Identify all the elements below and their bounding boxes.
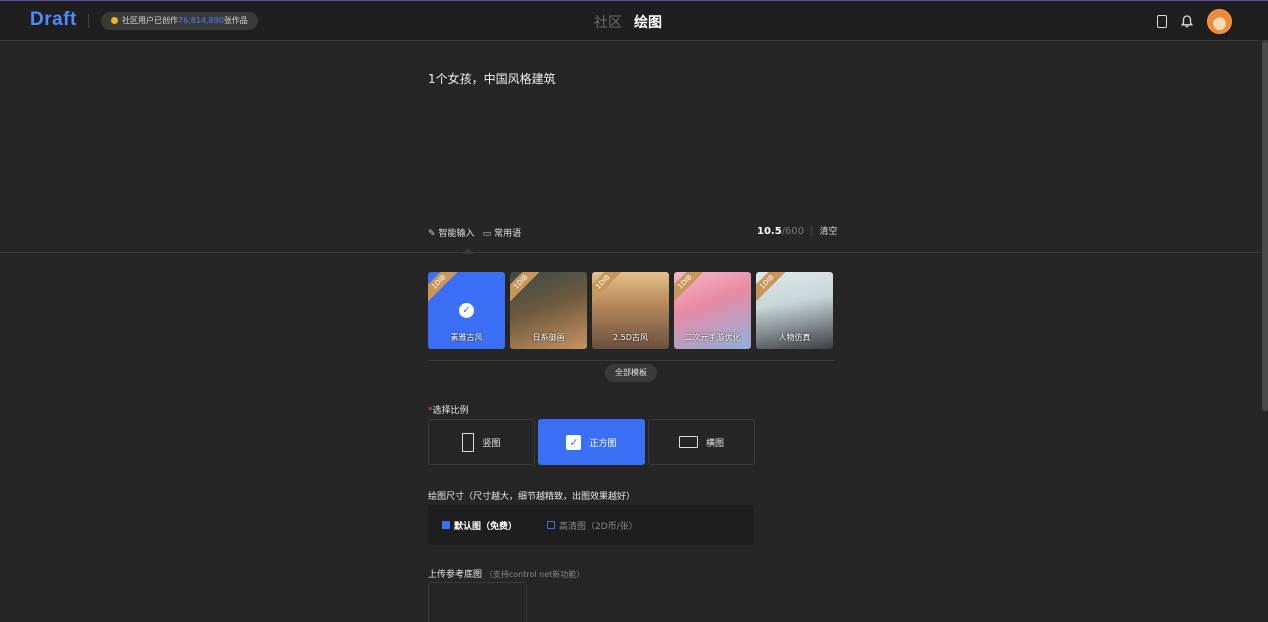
template-card[interactable]: 1DIB ✓ 素雅古风 <box>428 272 505 349</box>
stats-suffix: 张作品 <box>223 16 248 25</box>
top-bar: Draft 社区用户已创作76,814,890张作品 社区 绘图 <box>0 0 1268 41</box>
prompt-tools: ✎ 智能输入 ▭ 常用语 <box>428 226 521 239</box>
template-name: 素雅古风 <box>450 333 483 342</box>
template-name: 二次元手游优化 <box>684 333 741 342</box>
size-options: 默认图（免费） 高清图（2D币/张） <box>428 505 754 545</box>
size-option-label: 高清图（2D币/张） <box>559 521 638 532</box>
template-card[interactable]: 1DIB 2.5D古风 <box>592 272 669 349</box>
ratio-portrait-button[interactable]: 竖图 <box>428 419 535 465</box>
prompt-input[interactable]: 1个女孩，中国风格建筑 <box>428 70 556 87</box>
divider <box>428 360 835 361</box>
upload-dropzone[interactable] <box>428 582 527 622</box>
size-label: 绘图尺寸（尺寸越大，细节越精致，出图效果越好） <box>428 492 636 502</box>
check-icon: ✓ <box>459 303 474 318</box>
coin-icon <box>111 17 118 24</box>
char-counter: 10.5/600 | 清空 <box>757 224 838 237</box>
count-current: 10.5 <box>757 226 782 237</box>
template-card[interactable]: 1DIB 日系御画 <box>510 272 587 349</box>
check-icon: ✓ <box>566 434 582 450</box>
ratio-option-label: 竖图 <box>482 438 501 449</box>
template-card[interactable]: 1DIB 人物仿真 <box>756 272 833 349</box>
phrases-button[interactable]: ▭ 常用语 <box>483 226 522 239</box>
size-default-option[interactable]: 默认图（免费） <box>442 519 517 532</box>
phrases-label: 常用语 <box>494 229 522 239</box>
count-max: /600 <box>781 226 805 237</box>
nav-draw[interactable]: 绘图 <box>634 15 662 31</box>
ratio-label: *选择比例 <box>428 403 469 416</box>
mobile-icon[interactable] <box>1157 15 1167 28</box>
template-tag: 1DIB <box>756 272 789 304</box>
ratio-square-button[interactable]: ✓ 正方图 <box>538 419 645 465</box>
upload-hint: （支持control net新功能） <box>484 570 585 579</box>
main-nav: 社区 绘图 <box>594 12 674 32</box>
clear-button[interactable]: 清空 <box>820 227 838 237</box>
nav-community[interactable]: 社区 <box>594 15 622 31</box>
divider <box>88 14 89 28</box>
checkbox-icon[interactable] <box>547 521 556 529</box>
template-card[interactable]: 1DIB 二次元手游优化 <box>674 272 751 349</box>
upload-label: 上传参考底图 （支持control net新功能） <box>428 567 584 580</box>
smart-input-button[interactable]: ✎ 智能输入 <box>428 226 475 239</box>
avatar[interactable] <box>1207 9 1232 34</box>
template-name: 日系御画 <box>532 333 565 342</box>
all-templates-button[interactable]: 全部模板 <box>605 364 657 382</box>
pen-icon: ✎ <box>428 229 436 239</box>
portrait-icon <box>462 432 475 452</box>
template-tag: 1DIB <box>592 272 625 304</box>
size-option-label: 默认图（免费） <box>454 521 518 532</box>
ratio-option-label: 横图 <box>705 438 724 449</box>
scrollbar[interactable] <box>1262 41 1268 411</box>
ratio-label-text: 选择比例 <box>432 406 469 416</box>
checkbox-icon[interactable] <box>442 521 450 529</box>
top-icons <box>1157 9 1232 34</box>
prompt-area[interactable]: 1个女孩，中国风格建筑 ✎ 智能输入 ▭ 常用语 10.5/600 | 清空 <box>0 41 1268 253</box>
stats-count: 76,814,890 <box>178 16 224 25</box>
size-hd-option[interactable]: 高清图（2D币/张） <box>547 519 638 532</box>
template-name: 人物仿真 <box>778 333 811 342</box>
template-tag: 1DIB <box>674 272 707 304</box>
bell-icon[interactable] <box>1181 15 1193 28</box>
template-list: 1DIB ✓ 素雅古风 1DIB 日系御画 1DIB 2.5D古风 1DIB 二… <box>428 272 833 349</box>
logo[interactable]: Draft <box>30 9 77 31</box>
template-tag: 1DIB <box>510 272 543 304</box>
folder-icon: ▭ <box>482 229 492 239</box>
smart-input-label: 智能输入 <box>438 229 475 239</box>
caret-pointer <box>462 248 474 254</box>
divider: | <box>810 226 814 237</box>
template-name: 2.5D古风 <box>613 333 648 342</box>
stats-prefix: 社区用户已创作 <box>122 16 178 25</box>
landscape-icon <box>678 436 698 448</box>
upload-label-text: 上传参考底图 <box>428 570 483 580</box>
template-tag: 1DIB <box>428 272 461 304</box>
ratio-landscape-button[interactable]: 横图 <box>648 419 755 465</box>
stats-badge: 社区用户已创作76,814,890张作品 <box>101 12 258 30</box>
ratio-option-label: 正方图 <box>589 438 617 449</box>
ratio-options: 竖图 ✓ 正方图 横图 <box>428 419 755 465</box>
